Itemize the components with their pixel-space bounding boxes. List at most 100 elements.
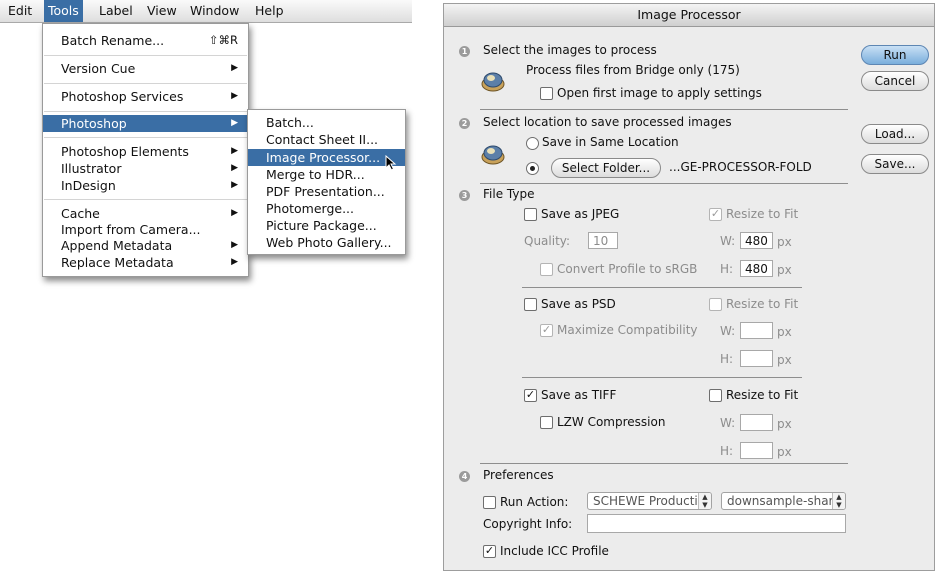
menu-item-append-metadata[interactable]: Append Metadata ▶ xyxy=(43,237,248,254)
tiff-height-unit: px xyxy=(777,445,792,459)
menu-item-label: Photomerge... xyxy=(266,201,354,216)
jpeg-resize-checkbox[interactable]: ✓ xyxy=(709,208,722,221)
menu-separator xyxy=(44,137,247,138)
lzw-compression-checkbox[interactable] xyxy=(540,416,553,429)
submenu-arrow-icon: ▶ xyxy=(231,63,238,73)
menu-view[interactable]: View xyxy=(143,0,181,22)
psd-height-label: H: xyxy=(720,352,734,366)
save-same-location-radio[interactable] xyxy=(526,137,539,150)
menu-item-label: PDF Presentation... xyxy=(266,184,385,199)
submenu-arrow-icon: ▶ xyxy=(231,240,238,250)
filetype-divider xyxy=(522,377,802,378)
menu-edit[interactable]: Edit xyxy=(4,0,36,22)
menu-item-label: Web Photo Gallery... xyxy=(266,235,392,250)
menu-item-photoshop-services[interactable]: Photoshop Services ▶ xyxy=(43,88,248,105)
jpeg-quality-label: Quality: xyxy=(524,234,571,248)
menu-help[interactable]: Help xyxy=(251,0,288,22)
jpeg-width-unit: px xyxy=(777,235,792,249)
menu-item-label: Picture Package... xyxy=(266,218,377,233)
menu-item-photoshop[interactable]: Photoshop ▶ xyxy=(43,115,248,132)
open-first-image-label: Open first image to apply settings xyxy=(557,86,762,100)
menu-item-cache[interactable]: Cache ▶ xyxy=(43,205,248,222)
menu-item-web-photo-gallery[interactable]: Web Photo Gallery... xyxy=(248,234,405,251)
menu-item-pdf-presentation[interactable]: PDF Presentation... xyxy=(248,183,405,200)
submenu-arrow-icon: ▶ xyxy=(231,257,238,267)
menu-item-indesign[interactable]: InDesign ▶ xyxy=(43,177,248,194)
run-action-label: Run Action: xyxy=(500,495,569,509)
menu-item-illustrator[interactable]: Illustrator ▶ xyxy=(43,160,248,177)
menu-item-version-cue[interactable]: Version Cue ▶ xyxy=(43,60,248,77)
psd-width-label: W: xyxy=(720,324,736,338)
save-as-psd-checkbox[interactable] xyxy=(524,298,537,311)
menu-item-picture-package[interactable]: Picture Package... xyxy=(248,217,405,234)
menu-item-label: Replace Metadata xyxy=(61,255,174,270)
convert-srgb-checkbox[interactable] xyxy=(540,263,553,276)
filetype-divider xyxy=(522,287,802,288)
run-button[interactable]: Run xyxy=(861,45,929,65)
psd-height-field[interactable] xyxy=(740,350,773,367)
tiff-width-unit: px xyxy=(777,417,792,431)
jpeg-width-field[interactable]: 480 xyxy=(740,232,773,249)
menu-separator xyxy=(44,111,247,112)
tiff-resize-label: Resize to Fit xyxy=(726,388,799,402)
lzw-compression-label: LZW Compression xyxy=(557,415,666,429)
menu-item-photomerge[interactable]: Photomerge... xyxy=(248,200,405,217)
save-as-jpeg-checkbox[interactable] xyxy=(524,208,537,221)
step-number-3: 3 xyxy=(459,190,470,201)
menu-item-label: Version Cue xyxy=(61,61,136,76)
psd-width-field[interactable] xyxy=(740,322,773,339)
menu-item-replace-metadata[interactable]: Replace Metadata ▶ xyxy=(43,254,248,271)
menu-window[interactable]: Window xyxy=(186,0,243,22)
include-icc-checkbox[interactable]: ✓ xyxy=(483,545,496,558)
section2-heading: Select location to save processed images xyxy=(483,115,732,129)
select-folder-button[interactable]: Select Folder... xyxy=(551,158,661,178)
submenu-arrow-icon: ▶ xyxy=(231,146,238,156)
menu-item-image-processor[interactable]: Image Processor... xyxy=(248,149,405,166)
action-name-popup[interactable]: downsample-shar ▲ ▼ xyxy=(721,492,846,510)
menu-item-merge-to-hdr[interactable]: Merge to HDR... xyxy=(248,166,405,183)
menu-label[interactable]: Label xyxy=(95,0,137,22)
action-set-popup[interactable]: SCHEWE Productio ▲ ▼ xyxy=(587,492,712,510)
menu-separator xyxy=(44,83,247,84)
menu-item-photoshop-elements[interactable]: Photoshop Elements ▶ xyxy=(43,143,248,160)
menu-item-label: Batch... xyxy=(266,115,314,130)
jpeg-height-label: H: xyxy=(720,262,734,276)
cancel-button[interactable]: Cancel xyxy=(861,71,929,91)
menu-item-batch-rename[interactable]: Batch Rename... ⇧⌘R xyxy=(43,32,248,49)
bridge-icon xyxy=(481,145,505,165)
select-folder-radio[interactable] xyxy=(526,162,539,175)
save-as-tiff-checkbox[interactable]: ✓ xyxy=(524,389,537,402)
tiff-resize-checkbox[interactable] xyxy=(709,389,722,402)
jpeg-height-unit: px xyxy=(777,263,792,277)
submenu-arrow-icon: ▶ xyxy=(231,180,238,190)
menu-item-label: Batch Rename... xyxy=(61,33,165,48)
menu-item-label: Photoshop Services xyxy=(61,89,184,104)
tools-menu: Batch Rename... ⇧⌘R Version Cue ▶ Photos… xyxy=(42,23,249,277)
jpeg-quality-field[interactable]: 10 xyxy=(588,232,618,249)
submenu-arrow-icon: ▶ xyxy=(231,208,238,218)
submenu-arrow-icon: ▶ xyxy=(231,91,238,101)
menu-item-label: Import from Camera... xyxy=(61,222,201,237)
save-button[interactable]: Save... xyxy=(861,154,929,174)
save-as-psd-label: Save as PSD xyxy=(541,297,616,311)
jpeg-height-field[interactable]: 480 xyxy=(740,260,773,277)
menu-separator xyxy=(44,199,247,200)
run-action-checkbox[interactable] xyxy=(483,496,496,509)
open-first-image-checkbox[interactable] xyxy=(540,87,553,100)
tiff-height-field[interactable] xyxy=(740,442,773,459)
save-as-tiff-label: Save as TIFF xyxy=(541,388,617,402)
copyright-field[interactable] xyxy=(587,514,846,533)
menu-item-import-from-camera[interactable]: Import from Camera... xyxy=(43,221,248,238)
popup-arrows-icon: ▲ ▼ xyxy=(698,493,711,509)
menu-item-label: Photoshop Elements xyxy=(61,144,189,159)
menu-tools[interactable]: Tools xyxy=(44,0,83,22)
bridge-icon xyxy=(481,72,505,92)
menu-item-batch[interactable]: Batch... xyxy=(248,114,405,131)
tiff-width-field[interactable] xyxy=(740,414,773,431)
load-button[interactable]: Load... xyxy=(861,124,929,144)
psd-resize-checkbox[interactable] xyxy=(709,298,722,311)
copyright-label: Copyright Info: xyxy=(483,517,573,531)
maximize-compat-checkbox[interactable]: ✓ xyxy=(540,324,553,337)
menu-item-label: Image Processor... xyxy=(266,150,381,165)
menu-item-contact-sheet[interactable]: Contact Sheet II... xyxy=(248,131,405,148)
